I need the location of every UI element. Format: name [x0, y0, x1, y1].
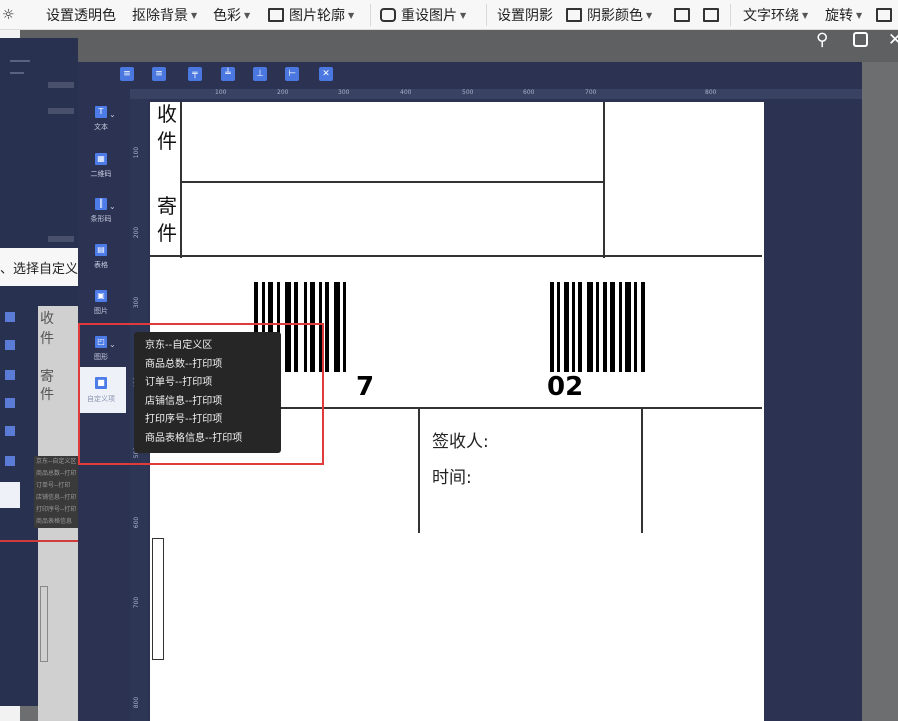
instruction-text: 、选择自定义 [0, 248, 78, 286]
background-char: 收 [40, 311, 54, 327]
qrcode-icon: ▦ [95, 153, 107, 165]
picture-outline-button[interactable]: 图片轮廓 ▼ [268, 5, 354, 25]
chevron-down-icon: ▼ [460, 10, 467, 20]
table-icon: ▤ [95, 244, 107, 256]
chevron-down-icon: ▼ [856, 10, 863, 20]
outline-icon [268, 8, 284, 22]
chevron-down-icon: ▼ [244, 10, 251, 20]
tool-text[interactable]: T ⌄ 文本 [78, 100, 126, 144]
background-tool [2, 312, 20, 330]
chevron-down-icon: ⌄ [109, 202, 116, 211]
align-icon [876, 8, 892, 22]
background-tool [2, 398, 20, 416]
selected-element[interactable] [152, 538, 164, 660]
maximize-icon[interactable] [853, 32, 868, 47]
background-selection [40, 586, 48, 662]
chevron-down-icon: ▼ [646, 10, 653, 20]
background-highlight [0, 540, 78, 542]
shadow-right-button[interactable] [703, 5, 724, 25]
pin-icon[interactable]: ⚲ [816, 30, 828, 50]
receiver-char: 件 [157, 129, 177, 153]
image-frame-header [20, 30, 898, 62]
tool-qrcode[interactable]: ▦ 二维码 [78, 147, 126, 191]
text-wrap-button[interactable]: 文字环绕 ▼ [743, 5, 808, 25]
signer-label: 签收人: [432, 432, 489, 452]
horizontal-ruler: 100 200 300 400 500 600 700 800 [130, 89, 862, 99]
align-left-icon[interactable]: ≡ [120, 67, 134, 81]
table-line [180, 102, 182, 258]
sender-char: 寄 [157, 194, 177, 218]
set-transparent-color-button[interactable]: 设置透明色 [46, 5, 116, 25]
align-top-icon[interactable]: ╤ [188, 67, 202, 81]
delete-icon[interactable]: ✕ [319, 67, 333, 81]
barcode-right-text: 02 [547, 372, 584, 402]
close-icon[interactable]: ✕ [888, 30, 898, 50]
chevron-down-icon: ▼ [191, 10, 198, 20]
table-line [603, 102, 605, 258]
receiver-char: 收 [157, 102, 177, 126]
shadow-left-button[interactable] [674, 5, 695, 25]
background-popup: 京东--自定义区 商品总数--打印 订单号--打印 店铺信息--打印 打印序号-… [34, 456, 78, 528]
align-bottom-icon[interactable]: ╧ [221, 67, 235, 81]
barcode-icon: ║ [95, 198, 107, 210]
table-line [418, 408, 420, 533]
shadow-color-button[interactable]: 阴影颜色 ▼ [566, 5, 652, 25]
tool-image[interactable]: ▣ 图片 [78, 284, 126, 328]
table-line [150, 255, 762, 257]
lower-canvas[interactable] [150, 537, 764, 721]
align-right-icon[interactable]: ≡ [152, 67, 166, 81]
background-tool [2, 456, 20, 474]
tool-barcode[interactable]: ║ ⌄ 条形码 [78, 192, 126, 236]
background-screenshot [0, 38, 78, 248]
tool-table[interactable]: ▤ 表格 [78, 238, 126, 282]
align-center-icon[interactable]: ⊥ [253, 67, 267, 81]
reset-picture-button[interactable]: 重设图片 ▼ [380, 5, 466, 25]
divider [486, 4, 487, 26]
divider [370, 4, 371, 26]
sun-icon[interactable]: ☼ [2, 5, 15, 25]
shadow-right-icon [703, 8, 719, 22]
reset-picture-icon [380, 8, 396, 22]
picture-tools-ribbon: ☼ 设置透明色 抠除背景 ▼ 色彩 ▼ 图片轮廓 ▼ 重设图片 ▼ 设置阴影 阴影颜色 ▼… [0, 0, 898, 30]
background-char: 寄 [40, 369, 54, 385]
background-tool [2, 426, 20, 444]
align-toolbar: ≡ ≡ ╤ ╧ ⊥ ⊢ ✕ [78, 62, 862, 86]
background-screenshot-2: 收 件 寄 件 京东--自定义区 商品总数--打印 订单号--打印 店铺信息--… [0, 286, 78, 721]
set-shadow-button[interactable]: 设置阴影 [497, 5, 553, 25]
shadow-color-icon [566, 8, 582, 22]
chevron-down-icon: ▼ [348, 10, 355, 20]
color-button[interactable]: 色彩 ▼ [213, 5, 250, 25]
remove-background-button[interactable]: 抠除背景 ▼ [132, 5, 197, 25]
table-line [180, 181, 605, 183]
align-button[interactable] [876, 5, 897, 25]
time-label: 时间: [432, 468, 472, 488]
background-char: 件 [40, 331, 54, 347]
red-highlight-box [78, 323, 324, 465]
divider [730, 4, 731, 26]
chevron-down-icon: ⌄ [109, 110, 116, 119]
barcode-right[interactable] [550, 282, 680, 372]
background-tool [2, 370, 20, 388]
rotate-button[interactable]: 旋转 ▼ [825, 5, 862, 25]
image-icon: ▣ [95, 290, 107, 302]
shadow-left-icon [674, 8, 690, 22]
sender-char: 件 [157, 221, 177, 245]
background-active-tool [0, 482, 20, 508]
chevron-down-icon: ▼ [802, 10, 809, 20]
align-middle-icon[interactable]: ⊢ [285, 67, 299, 81]
background-tool [2, 340, 20, 358]
barcode-left-text: 7 [356, 372, 375, 402]
table-line [641, 408, 643, 533]
text-icon: T [95, 106, 107, 118]
background-char: 件 [40, 387, 54, 403]
